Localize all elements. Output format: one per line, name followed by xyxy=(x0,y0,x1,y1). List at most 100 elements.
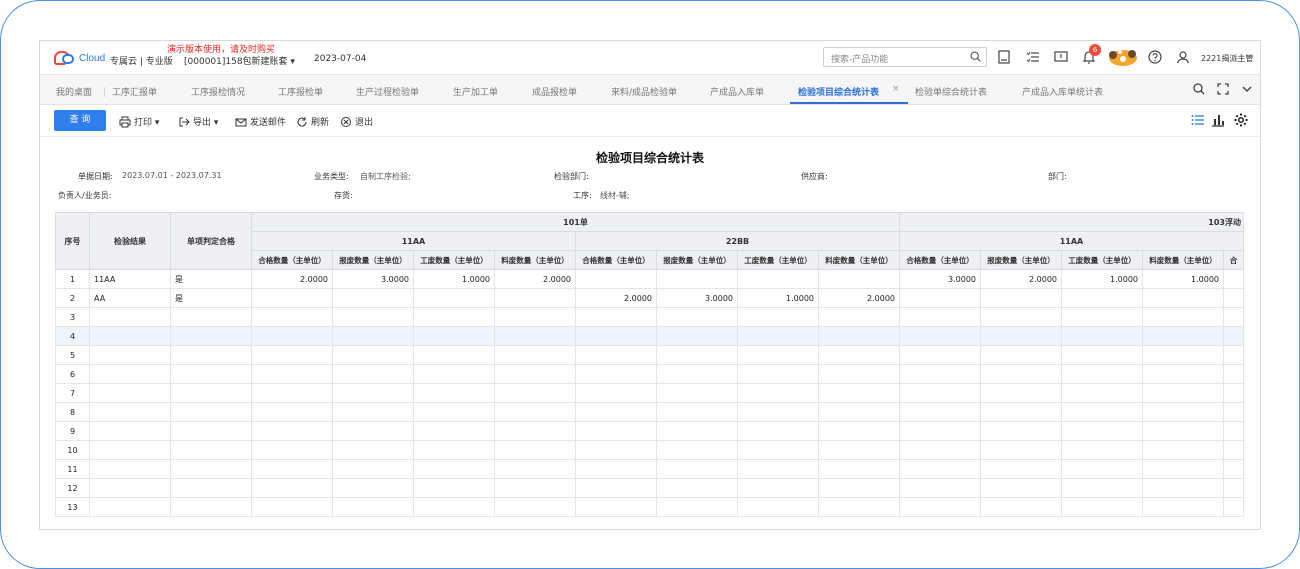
value-cell[interactable] xyxy=(737,345,819,365)
value-cell[interactable] xyxy=(1223,269,1244,289)
judge-cell[interactable] xyxy=(170,497,252,517)
value-cell[interactable] xyxy=(818,345,900,365)
value-cell[interactable] xyxy=(251,459,333,479)
value-cell[interactable] xyxy=(332,288,414,308)
metric-material-waste[interactable]: 料废数量（主单位） xyxy=(1142,250,1224,270)
value-cell[interactable] xyxy=(1061,459,1143,479)
value-cell[interactable] xyxy=(251,497,333,517)
value-cell[interactable] xyxy=(818,497,900,517)
judge-cell[interactable] xyxy=(170,345,252,365)
tab-inspection-item-summary[interactable]: 检验项目综合统计表 xyxy=(798,85,879,98)
table-row[interactable]: 13 xyxy=(55,497,1244,517)
value-cell[interactable] xyxy=(494,307,576,327)
value-cell[interactable] xyxy=(737,326,819,346)
close-tab-icon[interactable]: × xyxy=(892,84,900,94)
result-cell[interactable] xyxy=(89,440,171,460)
metric-material-waste[interactable]: 料废数量（主单位） xyxy=(494,250,576,270)
value-cell[interactable] xyxy=(1223,421,1244,441)
fullscreen-icon[interactable] xyxy=(1213,79,1233,99)
value-cell[interactable] xyxy=(1223,345,1244,365)
value-cell[interactable] xyxy=(980,345,1062,365)
value-cell[interactable] xyxy=(818,307,900,327)
value-cell[interactable] xyxy=(818,383,900,403)
table-row[interactable]: 6 xyxy=(55,364,1244,384)
row-index-cell[interactable]: 4 xyxy=(55,326,90,346)
value-cell[interactable] xyxy=(1061,345,1143,365)
value-cell[interactable] xyxy=(737,440,819,460)
value-cell[interactable] xyxy=(818,269,900,289)
value-cell[interactable] xyxy=(1061,326,1143,346)
value-cell[interactable] xyxy=(656,478,738,498)
row-index-cell[interactable]: 9 xyxy=(55,421,90,441)
list-view-icon[interactable] xyxy=(1190,112,1206,128)
table-row[interactable]: 7 xyxy=(55,383,1244,403)
value-cell[interactable] xyxy=(980,307,1062,327)
value-cell[interactable] xyxy=(413,288,495,308)
value-cell[interactable]: 1.0000 xyxy=(1142,269,1224,289)
row-index-cell[interactable]: 6 xyxy=(55,364,90,384)
row-index-cell[interactable]: 1 xyxy=(55,269,90,289)
value-cell[interactable] xyxy=(251,307,333,327)
user-name[interactable]: 2221揭派主管 xyxy=(1201,53,1253,64)
value-cell[interactable] xyxy=(980,421,1062,441)
result-cell[interactable] xyxy=(89,402,171,422)
value-cell[interactable] xyxy=(656,307,738,327)
value-cell[interactable]: 2.0000 xyxy=(575,288,657,308)
table-row[interactable]: 5 xyxy=(55,345,1244,365)
search-icon[interactable] xyxy=(969,50,982,63)
result-cell[interactable] xyxy=(89,364,171,384)
logo[interactable]: Cloud xyxy=(54,49,105,67)
value-cell[interactable] xyxy=(413,421,495,441)
value-cell[interactable] xyxy=(494,497,576,517)
row-index-cell[interactable]: 12 xyxy=(55,478,90,498)
value-cell[interactable] xyxy=(899,459,981,479)
value-cell[interactable]: 1.0000 xyxy=(413,269,495,289)
value-cell[interactable] xyxy=(1142,402,1224,422)
value-cell[interactable] xyxy=(656,459,738,479)
value-cell[interactable] xyxy=(1061,364,1143,384)
row-index-cell[interactable]: 5 xyxy=(55,345,90,365)
value-cell[interactable] xyxy=(413,364,495,384)
value-cell[interactable] xyxy=(1223,364,1244,384)
print-button[interactable]: 打印 ▾ xyxy=(119,115,159,128)
result-cell[interactable] xyxy=(89,421,171,441)
value-cell[interactable] xyxy=(1223,478,1244,498)
value-cell[interactable] xyxy=(1142,497,1224,517)
value-cell[interactable] xyxy=(899,383,981,403)
value-cell[interactable] xyxy=(251,478,333,498)
value-cell[interactable] xyxy=(332,478,414,498)
result-cell[interactable]: AA xyxy=(89,288,171,308)
value-cell[interactable] xyxy=(251,421,333,441)
col-header-index[interactable]: 序号 xyxy=(55,212,90,270)
value-cell[interactable] xyxy=(980,459,1062,479)
row-index-cell[interactable]: 11 xyxy=(55,459,90,479)
value-cell[interactable] xyxy=(980,326,1062,346)
judge-cell[interactable] xyxy=(170,421,252,441)
value-cell[interactable] xyxy=(494,440,576,460)
value-cell[interactable] xyxy=(575,364,657,384)
table-row[interactable]: 9 xyxy=(55,421,1244,441)
table-row[interactable]: 3 xyxy=(55,307,1244,327)
row-index-cell[interactable]: 8 xyxy=(55,402,90,422)
value-cell[interactable] xyxy=(737,269,819,289)
value-cell[interactable] xyxy=(1061,383,1143,403)
value-cell[interactable] xyxy=(1142,364,1224,384)
value-cell[interactable] xyxy=(656,269,738,289)
value-cell[interactable] xyxy=(575,459,657,479)
value-cell[interactable] xyxy=(737,383,819,403)
result-cell[interactable] xyxy=(89,326,171,346)
value-cell[interactable] xyxy=(494,345,576,365)
value-cell[interactable] xyxy=(332,497,414,517)
metric-scrap[interactable]: 报废数量（主单位） xyxy=(656,250,738,270)
table-row[interactable]: 1 11AA 是 2.0000 3.0000 1.0000 2.0000 3.0000 2.00… xyxy=(55,269,1244,289)
value-cell[interactable] xyxy=(656,402,738,422)
value-cell[interactable] xyxy=(818,326,900,346)
value-cell[interactable] xyxy=(332,307,414,327)
tab-finished-goods-receipt[interactable]: 产成品入库单 xyxy=(710,85,764,98)
value-cell[interactable] xyxy=(413,440,495,460)
value-cell[interactable] xyxy=(332,421,414,441)
row-index-cell[interactable]: 7 xyxy=(55,383,90,403)
value-cell[interactable] xyxy=(494,478,576,498)
value-cell[interactable] xyxy=(737,307,819,327)
value-cell[interactable] xyxy=(737,459,819,479)
